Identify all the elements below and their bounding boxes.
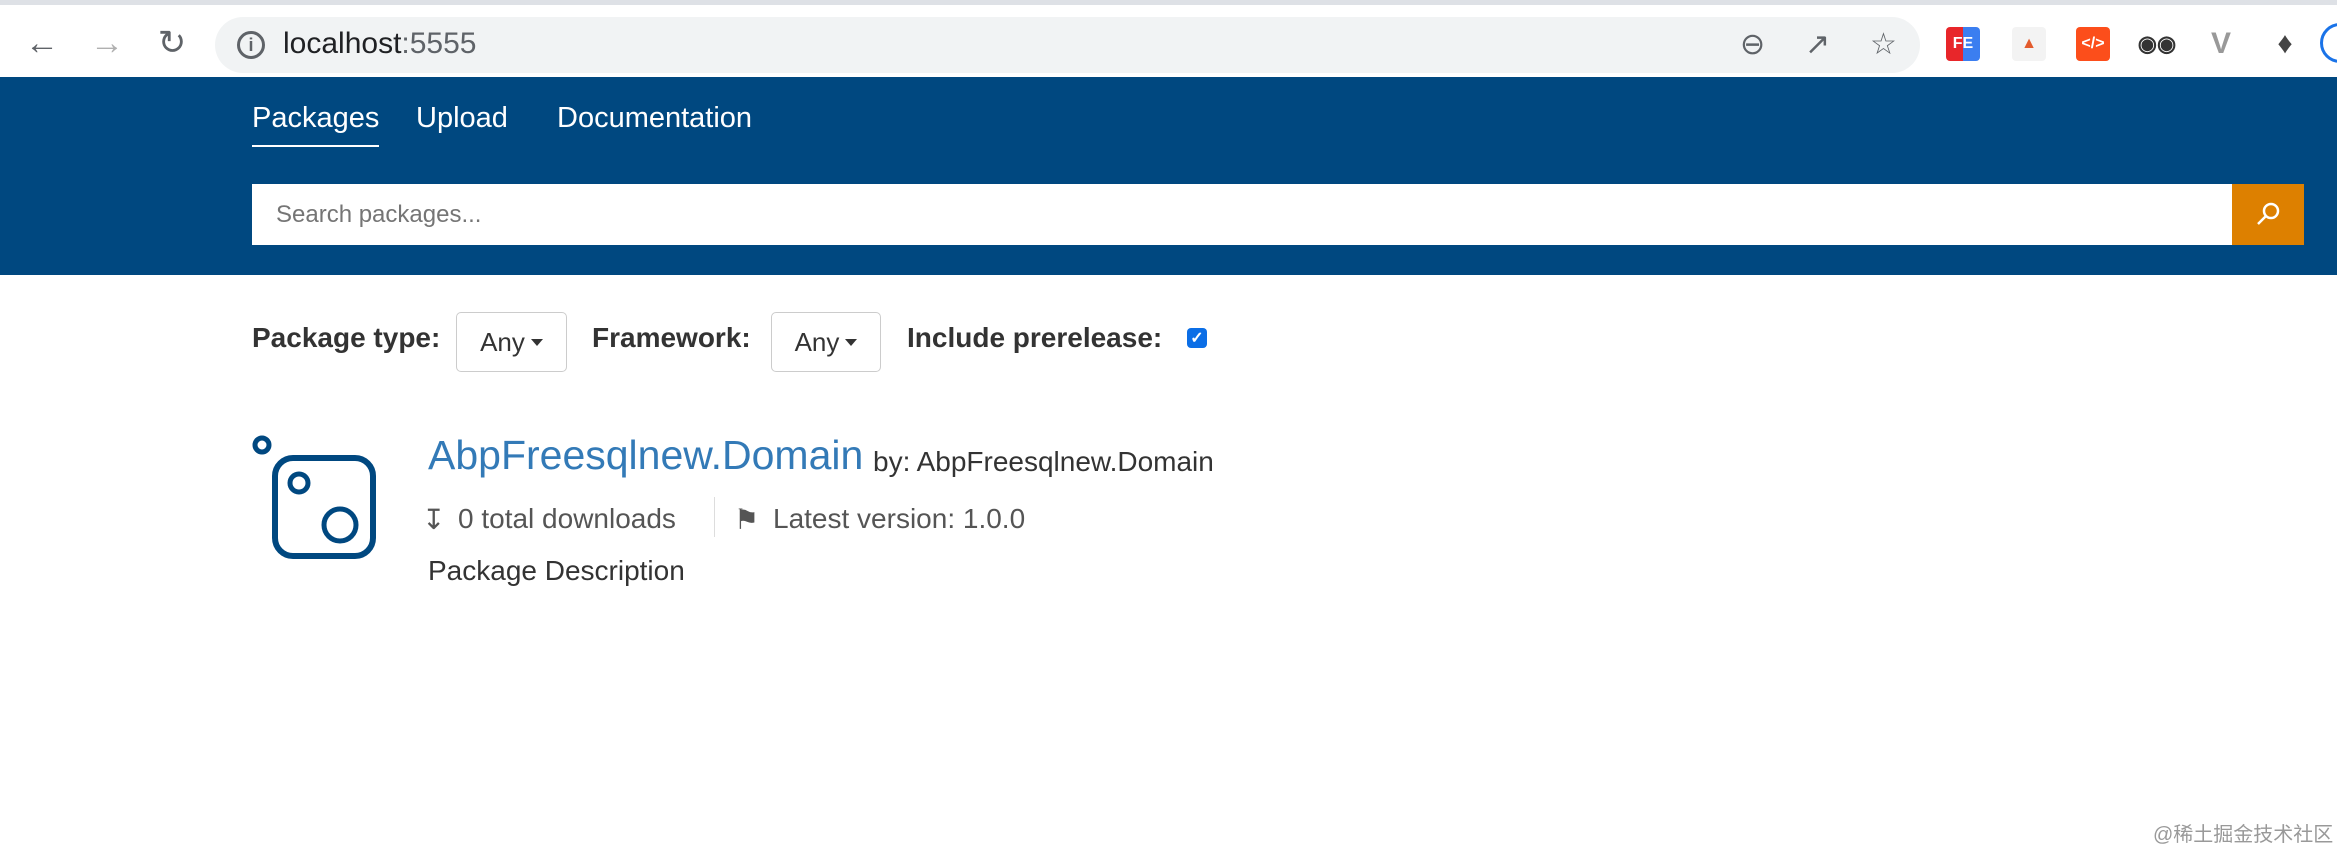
package-description: Package Description xyxy=(428,555,685,586)
nav-upload[interactable]: Upload xyxy=(416,102,508,145)
package-author: by: AbpFreesqlnew.Domain xyxy=(873,446,1214,477)
url-host: localhost xyxy=(283,27,402,60)
browser-toolbar: ← → ↻ i localhost:5555 ⊖ ↗ ☆ FE ▲ </> ◉◉… xyxy=(0,0,2337,77)
back-icon[interactable]: ← xyxy=(22,23,62,63)
downloads-count: 0 total downloads xyxy=(458,503,676,534)
vue-extension-icon[interactable]: V xyxy=(2204,27,2238,61)
nav-packages[interactable]: Packages xyxy=(252,102,380,147)
star-icon[interactable]: ☆ xyxy=(1870,27,1897,62)
divider xyxy=(714,497,715,537)
framework-dropdown[interactable]: Any xyxy=(771,312,881,372)
forward-icon[interactable]: → xyxy=(87,23,127,63)
search-input[interactable] xyxy=(252,184,2232,245)
watermark: @稀土掘金技术社区 xyxy=(2153,824,2334,846)
flag-icon: ⚑ xyxy=(734,504,760,535)
share-icon[interactable]: ↗ xyxy=(1805,27,1830,62)
code-extension-icon[interactable]: </> xyxy=(2076,27,2110,61)
search-icon xyxy=(2257,202,2280,225)
fe-extension-icon[interactable]: FE xyxy=(1946,27,1980,61)
profile-avatar[interactable] xyxy=(2320,23,2337,63)
address-bar[interactable]: i localhost:5555 ⊖ ↗ ☆ xyxy=(215,17,1920,73)
latest-version: Latest version: 1.0.0 xyxy=(773,503,1026,534)
nav-documentation[interactable]: Documentation xyxy=(557,102,752,145)
extensions-icon[interactable]: ♦ xyxy=(2268,27,2302,61)
glasses-extension-icon[interactable]: ◉◉ xyxy=(2138,27,2176,61)
prerelease-label: Include prerelease: xyxy=(907,322,1163,353)
zoom-out-icon[interactable]: ⊖ xyxy=(1740,27,1765,62)
framework-label: Framework: xyxy=(592,322,751,353)
framework-value: Any xyxy=(794,326,840,357)
info-icon[interactable]: i xyxy=(237,31,265,59)
sitemap-extension-icon[interactable]: ▲ xyxy=(2012,27,2046,61)
package-type-dropdown[interactable]: Any xyxy=(456,312,567,372)
reload-icon[interactable]: ↻ xyxy=(152,23,192,63)
prerelease-checkbox[interactable]: ✓ xyxy=(1187,328,1207,348)
caret-down-icon xyxy=(845,338,858,346)
site-header: Packages Upload Documentation xyxy=(0,77,2337,275)
package-type-value: Any xyxy=(480,326,525,357)
package-icon xyxy=(252,435,376,559)
url-port: :5555 xyxy=(401,27,477,60)
package-type-label: Package type: xyxy=(252,322,441,353)
caret-down-icon xyxy=(530,338,543,346)
search-button[interactable] xyxy=(2232,184,2304,245)
download-icon: ↧ xyxy=(422,504,446,535)
url-text[interactable]: localhost:5555 xyxy=(283,27,476,61)
package-title-link[interactable]: AbpFreesqlnew.Domain xyxy=(428,432,863,479)
